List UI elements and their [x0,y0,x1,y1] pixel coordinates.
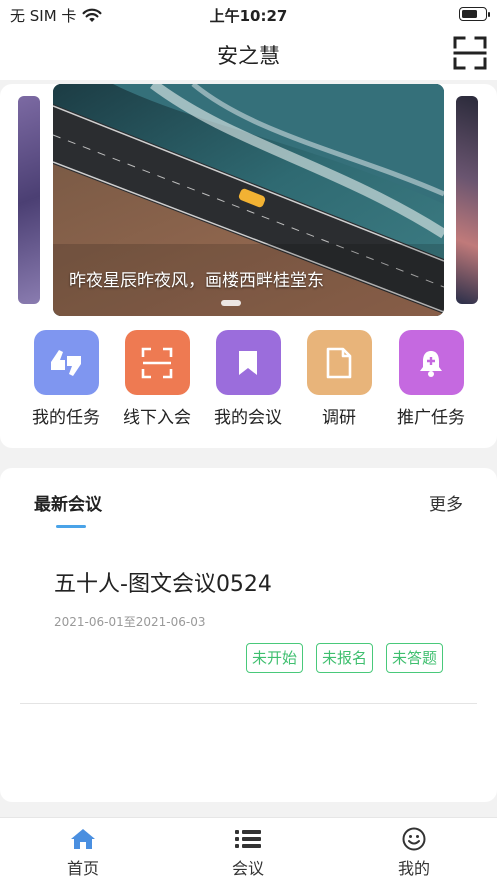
menu-label: 推广任务 [397,408,465,428]
status-badge: 未开始 [245,643,303,673]
meeting-title: 五十人-图文会议0524 [54,572,272,597]
divider [20,703,477,704]
tab-profile[interactable]: 我的 [364,826,464,879]
section-title: 最新会议 [34,495,102,515]
page-title: 安之慧 [217,44,280,68]
tab-label: 会议 [231,859,264,878]
menu-label: 我的会议 [214,408,282,428]
home-icon [71,829,95,849]
banner-caption: 昨夜星辰昨夜风，画楼西畔桂堂东 [69,271,324,291]
menu-item-promo-tasks[interactable]: 推广任务 [385,330,477,428]
banner-indicator [221,300,241,306]
quick-menu: 我的任务 线下入会 我的会议 调研 推广任务 [0,330,497,430]
list-icon [235,830,261,848]
battery-icon [459,7,490,21]
menu-icon-bg [398,330,464,395]
menu-label: 线下入会 [123,408,191,428]
meeting-date: 2021-06-01至2021-06-03 [54,615,206,629]
menu-icon-bg [124,330,190,395]
more-link[interactable]: 更多 [429,490,463,515]
banner-slide-next[interactable] [456,96,478,304]
menu-item-my-tasks[interactable]: 我的任务 [20,330,112,428]
status-time: 上午10:27 [209,7,288,25]
menu-icon-bg [306,330,372,395]
menu-label: 我的任务 [32,408,100,428]
menu-item-offline-join[interactable]: 线下入会 [111,330,203,428]
scan-icon [453,36,487,70]
banner-slide-active[interactable]: 昨夜星辰昨夜风，画楼西畔桂堂东 [53,84,444,316]
menu-item-my-meetings[interactable]: 我的会议 [202,330,294,428]
menu-item-survey[interactable]: 调研 [293,330,385,428]
menu-icon-bg [215,330,281,395]
document-icon [326,347,352,378]
top-card: 昨夜星辰昨夜风，画楼西畔桂堂东 我的任务 线下入会 我的会议 调研 推广任务 [0,84,497,448]
banner-slide-prev[interactable] [18,96,40,304]
tab-label: 我的 [397,859,430,878]
meetings-card: 最新会议 更多 五十人-图文会议0524 2021-06-01至2021-06-… [0,468,497,802]
meeting-tags: 未开始 未报名 未答题 [245,643,443,673]
section-underline [56,525,86,528]
menu-label: 调研 [322,408,356,428]
tab-bar: 首页 会议 我的 [0,817,497,883]
banner-carousel[interactable]: 昨夜星辰昨夜风，画楼西畔桂堂东 [0,84,497,318]
status-bar: 无 SIM 卡 上午10:27 [0,0,497,28]
status-badge: 未答题 [385,643,443,673]
bookmark-icon [239,350,257,375]
bell-plus-icon [420,350,442,377]
battery-level [462,10,477,18]
scan-frame-icon [141,347,173,378]
nav-bar: 安之慧 [0,28,497,80]
scan-button[interactable] [453,36,487,70]
tab-label: 首页 [66,859,99,878]
smile-icon [402,827,426,851]
tab-home[interactable]: 首页 [33,826,133,879]
menu-icon-bg [33,330,99,395]
thumbs-icon [51,349,81,376]
status-badge: 未报名 [315,643,373,673]
tab-meetings[interactable]: 会议 [198,826,298,879]
